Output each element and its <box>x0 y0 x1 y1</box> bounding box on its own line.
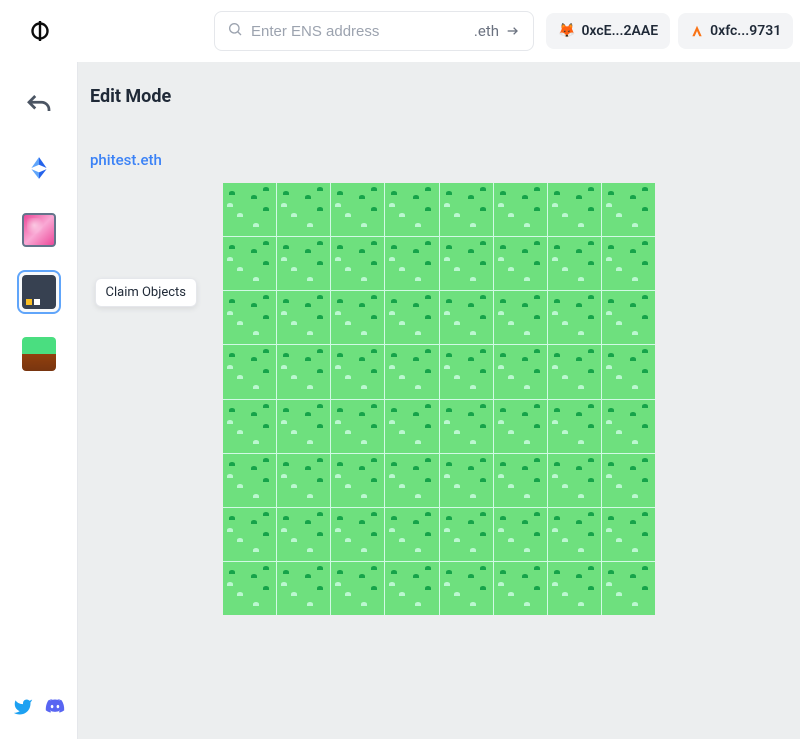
grid-cell[interactable] <box>602 508 655 561</box>
grid-cell[interactable] <box>331 400 384 453</box>
grid-cell[interactable] <box>331 454 384 507</box>
undo-icon <box>24 91 54 121</box>
search-box[interactable]: .eth <box>214 11 534 51</box>
grid-cell[interactable] <box>331 237 384 290</box>
grid-cell[interactable] <box>602 345 655 398</box>
grid-cell[interactable] <box>385 345 438 398</box>
grid-cell[interactable] <box>440 345 493 398</box>
grid-cell[interactable] <box>277 345 330 398</box>
grid-cell[interactable] <box>385 454 438 507</box>
grid-cell[interactable] <box>331 562 384 615</box>
grid-cell[interactable] <box>277 237 330 290</box>
grid-cell[interactable] <box>494 454 547 507</box>
pink-object-icon <box>22 213 56 247</box>
sidebar-social <box>13 697 65 721</box>
sidebar: Claim Objects <box>0 62 78 739</box>
grass-tile-icon <box>22 337 56 371</box>
orange-a-icon <box>690 24 704 38</box>
grid-cell[interactable] <box>385 508 438 561</box>
sidebar-item-claim-objects[interactable]: Claim Objects <box>17 270 61 314</box>
grid-cell[interactable] <box>223 291 276 344</box>
grid-cell[interactable] <box>440 291 493 344</box>
grid-cell[interactable] <box>277 291 330 344</box>
grid-cell[interactable] <box>223 508 276 561</box>
grid-cell[interactable] <box>548 400 601 453</box>
wallet-pill-metamask[interactable]: 🦊 0xcE...2AAE <box>546 13 670 49</box>
tooltip-claim-objects: Claim Objects <box>95 278 198 307</box>
app-logo <box>16 19 52 43</box>
grid-cell[interactable] <box>277 400 330 453</box>
grid-cell[interactable] <box>223 237 276 290</box>
sidebar-item-pink-object[interactable] <box>17 208 61 252</box>
grid-cell[interactable] <box>277 183 330 236</box>
grid-cell[interactable] <box>331 291 384 344</box>
grid-cell[interactable] <box>548 291 601 344</box>
eth-icon <box>26 155 52 181</box>
wallet-pill-secondary[interactable]: 0xfc...9731 <box>678 13 793 49</box>
grid-cell[interactable] <box>494 562 547 615</box>
grid-cell[interactable] <box>548 454 601 507</box>
grid-cell[interactable] <box>223 454 276 507</box>
grid-cell[interactable] <box>385 291 438 344</box>
land-grid[interactable] <box>223 183 655 615</box>
grid-cell[interactable] <box>602 237 655 290</box>
grid-cell[interactable] <box>223 400 276 453</box>
twitter-icon[interactable] <box>13 697 33 721</box>
grid-cell[interactable] <box>602 291 655 344</box>
grid-cell[interactable] <box>331 183 384 236</box>
grid-cell[interactable] <box>331 345 384 398</box>
mode-title: Edit Mode <box>90 86 800 107</box>
sidebar-item-undo[interactable] <box>17 84 61 128</box>
grid-cell[interactable] <box>440 454 493 507</box>
grid-cell[interactable] <box>440 183 493 236</box>
grid-cell[interactable] <box>602 183 655 236</box>
search-input[interactable] <box>251 23 466 40</box>
grid-cell[interactable] <box>494 345 547 398</box>
search-suffix: .eth <box>474 22 521 40</box>
discord-icon[interactable] <box>45 697 65 721</box>
grid-cell[interactable] <box>548 562 601 615</box>
grid-cell[interactable] <box>440 508 493 561</box>
grid-cell[interactable] <box>440 562 493 615</box>
grid-cell[interactable] <box>223 183 276 236</box>
grid-cell[interactable] <box>548 345 601 398</box>
grid-cell[interactable] <box>494 183 547 236</box>
grid-cell[interactable] <box>494 291 547 344</box>
arrow-right-icon <box>505 23 521 39</box>
grid-cell[interactable] <box>385 562 438 615</box>
ens-name[interactable]: phitest.eth <box>90 151 800 169</box>
grid-cell[interactable] <box>277 508 330 561</box>
grid-cell[interactable] <box>277 562 330 615</box>
grid-cell[interactable] <box>548 237 601 290</box>
wallet-address-2: 0xfc...9731 <box>710 23 781 39</box>
grid-cell[interactable] <box>223 562 276 615</box>
grid-cell[interactable] <box>548 508 601 561</box>
grid-cell[interactable] <box>385 400 438 453</box>
metamask-icon: 🦊 <box>558 23 575 39</box>
grid-cell[interactable] <box>331 508 384 561</box>
grid-cell[interactable] <box>440 237 493 290</box>
grid-cell[interactable] <box>494 400 547 453</box>
grid-cell[interactable] <box>385 183 438 236</box>
sidebar-item-eth[interactable] <box>17 146 61 190</box>
wallet-pills: 🦊 0xcE...2AAE 0xfc...9731 <box>546 13 793 49</box>
topbar: .eth 🦊 0xcE...2AAE 0xfc...9731 <box>0 0 800 62</box>
grid-cell[interactable] <box>440 400 493 453</box>
grid-cell[interactable] <box>494 237 547 290</box>
grid-cell[interactable] <box>548 183 601 236</box>
sidebar-item-grass-tile[interactable] <box>17 332 61 376</box>
grid-cell[interactable] <box>223 345 276 398</box>
grid-cell[interactable] <box>277 454 330 507</box>
grid-cell[interactable] <box>494 508 547 561</box>
grid-cell[interactable] <box>385 237 438 290</box>
content-area: Edit Mode phitest.eth <box>78 62 800 739</box>
grid-cell[interactable] <box>602 562 655 615</box>
claim-objects-icon <box>22 275 56 309</box>
grid-cell[interactable] <box>602 400 655 453</box>
wallet-address-1: 0xcE...2AAE <box>581 23 658 39</box>
grid-cell[interactable] <box>602 454 655 507</box>
search-icon <box>227 21 243 41</box>
